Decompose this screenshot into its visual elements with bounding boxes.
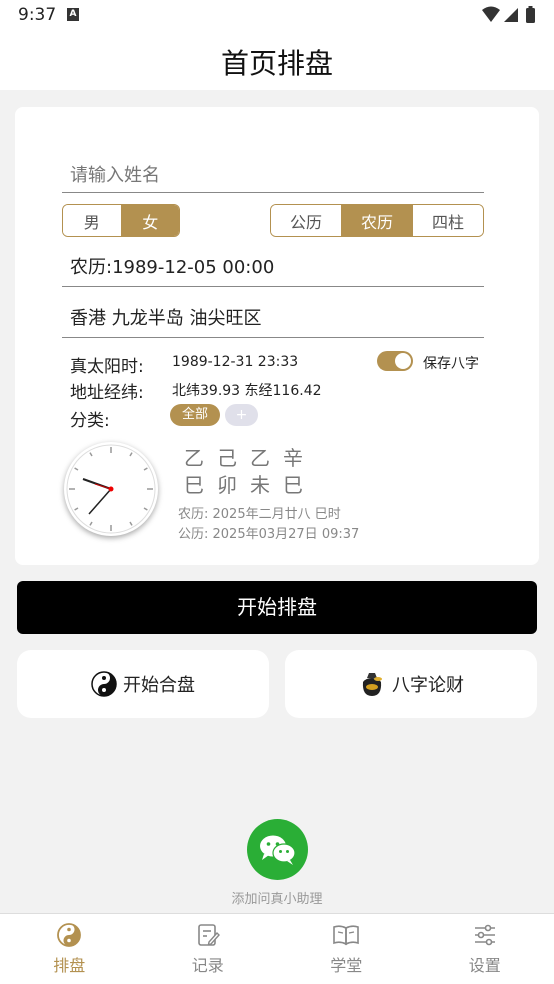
calendar-type-selector: 公历 农历 四柱 <box>270 204 484 237</box>
save-bazi-toggle[interactable] <box>377 351 413 371</box>
battery-icon <box>526 8 535 23</box>
bottom-tab-bar: 排盘 记录 学堂 设置 <box>0 913 554 984</box>
current-bazi-branches: 巳卯未巳 <box>184 473 316 497</box>
category-label: 分类: <box>70 411 110 431</box>
tab-label: 学堂 <box>330 956 363 975</box>
tab-label: 排盘 <box>53 956 86 975</box>
birth-date-field[interactable]: 农历:1989-12-05 00:00 <box>62 253 484 287</box>
tab-label: 记录 <box>191 956 224 975</box>
book-icon <box>333 925 360 946</box>
tab-records[interactable]: 记录 <box>139 914 278 984</box>
settings-sliders-icon <box>474 924 495 946</box>
true-solar-time-label: 真太阳时: <box>70 357 144 377</box>
current-bazi-stems: 乙己乙辛 <box>184 446 316 470</box>
birth-place-field[interactable]: 香港 九龙半岛 油尖旺区 <box>62 303 484 338</box>
calendar-lunar-option[interactable]: 农历 <box>341 205 412 236</box>
true-solar-time-value: 1989-12-31 23:33 <box>172 354 299 370</box>
name-field-wrapper <box>62 159 484 193</box>
wifi-icon <box>482 6 500 22</box>
calendar-four-pillars-option[interactable]: 四柱 <box>412 205 483 236</box>
wechat-icon <box>259 835 296 865</box>
gender-selector: 男 女 <box>62 204 180 237</box>
gender-female-option[interactable]: 女 <box>120 205 179 236</box>
clock-face-icon <box>66 444 156 534</box>
chart-input-card: 男 女 公历 农历 四柱 农历:1989-12-05 00:00 香港 九龙半岛… <box>15 107 539 565</box>
coordinates-value: 北纬39.93 东经116.42 <box>172 383 322 399</box>
gender-male-option[interactable]: 男 <box>63 205 121 236</box>
yin-yang-icon <box>91 671 117 697</box>
start-compatibility-button[interactable]: 开始合盘 <box>17 650 269 718</box>
bazi-wealth-label: 八字论财 <box>392 675 464 696</box>
category-all-chip[interactable]: 全部 <box>170 404 220 426</box>
notification-icon: A <box>67 8 79 21</box>
money-bag-icon <box>362 673 382 696</box>
tab-settings[interactable]: 设置 <box>416 914 554 984</box>
record-icon <box>197 924 220 946</box>
start-chart-button[interactable]: 开始排盘 <box>17 581 537 634</box>
save-bazi-label: 保存八字 <box>423 356 479 372</box>
status-time: 9:37 <box>18 5 57 25</box>
toggle-knob <box>395 353 411 369</box>
category-add-button[interactable]: + <box>225 404 258 426</box>
app-header: 首页排盘 <box>0 30 554 90</box>
bazi-wealth-button[interactable]: 八字论财 <box>285 650 537 718</box>
signal-icon <box>504 8 518 22</box>
tab-school[interactable]: 学堂 <box>277 914 416 984</box>
current-solar-date: 公历: 2025年03月27日 09:37 <box>178 527 360 542</box>
start-compatibility-label: 开始合盘 <box>123 675 195 696</box>
coordinates-label: 地址经纬: <box>70 383 144 403</box>
calendar-gregorian-option[interactable]: 公历 <box>271 205 341 236</box>
analog-clock[interactable] <box>64 442 158 536</box>
wechat-assistant-label: 添加问真小助理 <box>231 892 323 907</box>
yin-yang-icon <box>57 923 82 947</box>
system-status-icons <box>482 6 535 23</box>
status-bar: 9:37 A <box>0 0 554 30</box>
tab-paipan[interactable]: 排盘 <box>0 914 139 984</box>
current-lunar-date: 农历: 2025年二月廿八 巳时 <box>178 507 341 522</box>
name-input[interactable] <box>62 159 484 191</box>
wechat-assistant-button[interactable] <box>247 819 308 880</box>
tab-label: 设置 <box>468 956 501 975</box>
page-title: 首页排盘 <box>220 47 333 80</box>
